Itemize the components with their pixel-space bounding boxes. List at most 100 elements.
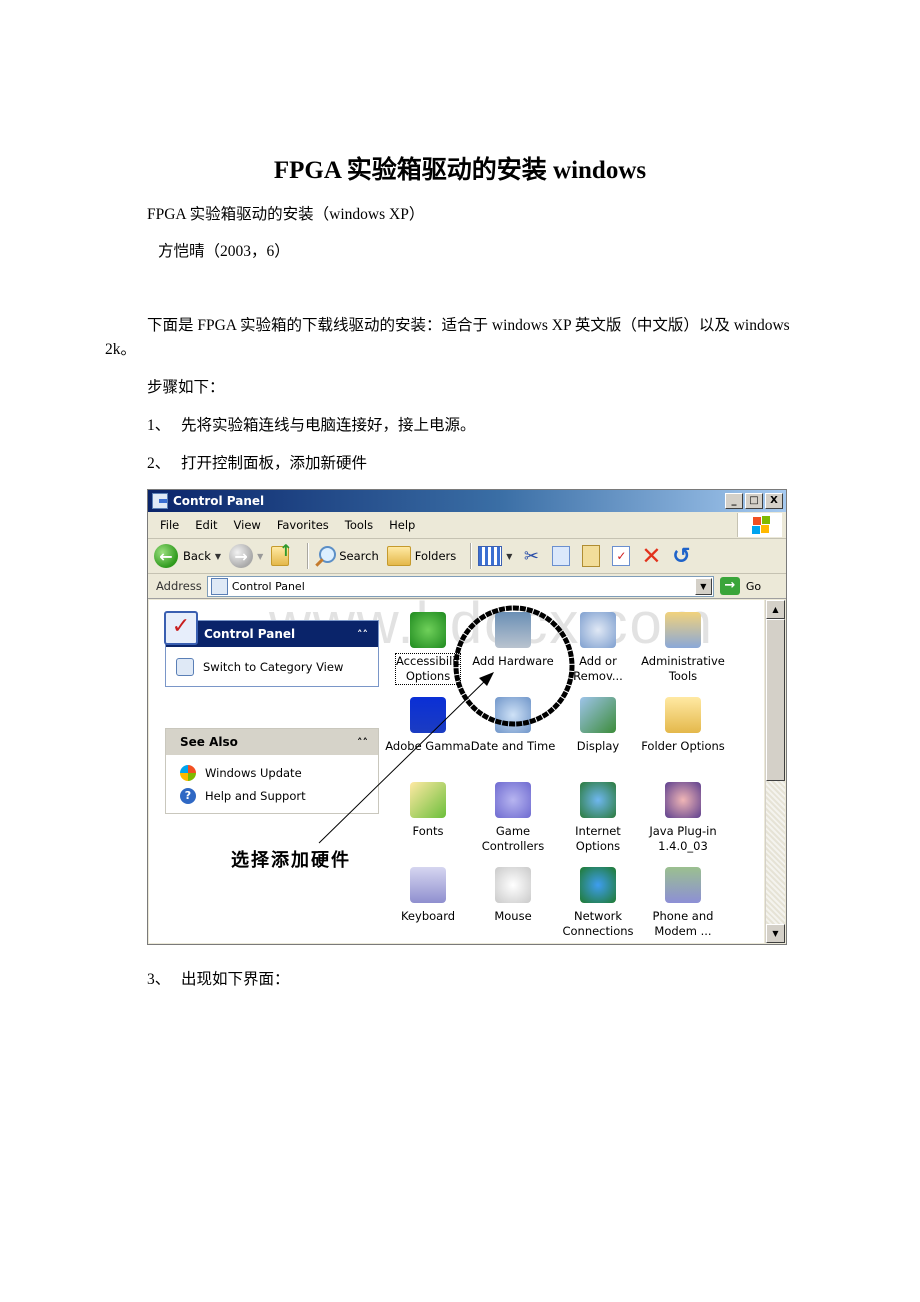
control-panel-icon xyxy=(210,577,228,595)
folders-button[interactable]: Folders xyxy=(386,546,457,566)
switch-category-view-link[interactable]: Switch to Category View xyxy=(176,655,368,678)
menu-favorites[interactable]: Favorites xyxy=(269,518,337,532)
chevron-down-icon: ▼ xyxy=(257,551,264,561)
menu-view[interactable]: View xyxy=(226,518,269,532)
item-label-line: Date and Time xyxy=(470,739,556,753)
item-label-line: Game xyxy=(495,824,531,838)
control-panel-item[interactable]: Mouse xyxy=(470,867,556,924)
link-label: Switch to Category View xyxy=(203,659,344,674)
go-button[interactable]: → Go xyxy=(719,577,762,595)
help-icon: ? xyxy=(180,787,196,804)
paste-button[interactable] xyxy=(580,545,602,567)
folders-label: Folders xyxy=(414,549,457,563)
forward-button[interactable]: → ▼ xyxy=(229,544,263,568)
control-panel-item[interactable]: Display xyxy=(555,697,641,754)
search-label: Search xyxy=(339,549,379,563)
control-panel-item[interactable]: Add Hardware xyxy=(470,612,556,669)
control-panel-item[interactable]: Network Connections xyxy=(555,867,641,939)
phone-modem-icon xyxy=(665,867,701,903)
category-view-icon xyxy=(176,657,194,676)
annotation-arrowhead xyxy=(479,672,494,686)
chevron-down-icon: ▼ xyxy=(506,551,513,561)
menu-file[interactable]: File xyxy=(148,518,187,532)
folder-options-icon xyxy=(665,697,701,733)
window-titlebar: Control Panel _ □ X xyxy=(148,490,786,512)
link-label: Help and Support xyxy=(205,788,306,803)
paste-icon xyxy=(582,545,601,567)
control-panel-item[interactable]: Administrative Tools xyxy=(640,612,726,684)
add-remove-programs-icon xyxy=(580,612,616,648)
scroll-down-button[interactable]: ▼ xyxy=(766,924,785,943)
maximize-button[interactable]: □ xyxy=(745,493,763,509)
item-label: Fonts xyxy=(412,824,443,839)
task-pane-header[interactable]: ✓ Control Panel ˄˄ xyxy=(164,611,378,647)
window-title: Control Panel xyxy=(173,494,265,508)
scroll-thumb[interactable] xyxy=(766,619,785,781)
cut-button[interactable]: ✂ xyxy=(520,545,542,567)
item-label-line: Mouse xyxy=(494,909,532,923)
views-button[interactable]: ▼ xyxy=(478,546,512,566)
item-label-line: Java Plug-in xyxy=(649,824,717,838)
scroll-up-button[interactable]: ▲ xyxy=(766,600,785,619)
control-panel-item[interactable]: Fonts xyxy=(385,782,471,839)
item-label-line: Add Hardware xyxy=(472,654,554,668)
control-panel-item[interactable]: Keyboard xyxy=(385,867,471,924)
item-label-line: 1.4.0_03 xyxy=(658,839,708,853)
toolbar: ← Back ▼ → ▼ ↑ Search Folders ▼ ✂ ✓ ✕ ↺ xyxy=(148,539,786,574)
control-panel-icon xyxy=(152,493,168,509)
close-button[interactable]: X xyxy=(765,493,783,509)
menu-edit[interactable]: Edit xyxy=(187,518,225,532)
search-button[interactable]: Search xyxy=(315,546,379,566)
item-label: Internet Options xyxy=(575,824,621,854)
item-label-line: Controllers xyxy=(481,839,545,853)
folders-icon xyxy=(386,546,411,566)
task-pane-header[interactable]: See Also ˄˄ xyxy=(166,729,378,755)
back-button[interactable]: ← Back ▼ xyxy=(154,544,221,568)
steps-label: 步骤如下： xyxy=(147,379,225,396)
properties-button[interactable]: ✓ xyxy=(610,545,632,567)
step-text: 先将实验箱连线与电脑连接好，接上电源。 xyxy=(181,417,476,434)
control-panel-item[interactable]: Folder Options xyxy=(640,697,726,754)
step-number: 1、 xyxy=(147,417,171,434)
address-input[interactable]: Control Panel ▼ xyxy=(206,575,714,597)
step-number: 2、 xyxy=(147,455,171,472)
control-panel-item[interactable]: Internet Options xyxy=(555,782,641,854)
up-folder-icon: ↑ xyxy=(271,541,293,566)
control-panel-item[interactable]: Game Controllers xyxy=(470,782,556,854)
network-connections-icon xyxy=(580,867,616,903)
step-text: 出现如下界面： xyxy=(181,971,290,988)
address-dropdown-button[interactable]: ▼ xyxy=(694,577,712,595)
forward-arrow-icon: → xyxy=(229,544,254,568)
up-folder-button[interactable]: ↑ xyxy=(271,541,293,567)
item-label-line: Accessibilit xyxy=(396,654,460,668)
control-panel-item[interactable]: Adobe Gamma xyxy=(385,697,471,754)
minimize-button[interactable]: _ xyxy=(725,493,743,509)
item-label-line: Tools xyxy=(668,669,698,683)
delete-button[interactable]: ✕ xyxy=(640,542,662,570)
address-label: Address xyxy=(156,579,202,593)
item-label-line: Remov... xyxy=(573,669,623,683)
item-label-line: Keyboard xyxy=(400,909,456,923)
add-hardware-icon xyxy=(495,612,531,648)
item-label-line: Network xyxy=(573,909,623,923)
see-also-task-pane: See Also ˄˄ Windows Update ? Help and Su… xyxy=(165,728,379,814)
help-support-link[interactable]: ? Help and Support xyxy=(180,784,364,807)
control-panel-item[interactable]: Java Plug-in 1.4.0_03 xyxy=(640,782,726,854)
go-label: Go xyxy=(745,579,762,593)
control-panel-item[interactable]: Add or Remov... xyxy=(555,612,641,684)
control-panel-check-icon: ✓ xyxy=(164,611,198,645)
collapse-chevron-icon[interactable]: ˄˄ xyxy=(357,736,368,749)
control-panel-item[interactable]: Date and Time xyxy=(470,697,556,754)
step-item: 2、 打开控制面板，添加新硬件 xyxy=(147,452,367,476)
control-panel-item[interactable]: Phone and Modem ... xyxy=(640,867,726,939)
vertical-scrollbar[interactable]: ▲ ▼ xyxy=(765,600,785,943)
windows-update-link[interactable]: Windows Update xyxy=(180,761,364,784)
collapse-chevron-icon[interactable]: ˄˄ xyxy=(357,628,368,641)
views-icon xyxy=(478,546,503,566)
delete-x-icon: ✕ xyxy=(641,542,662,570)
undo-button[interactable]: ↺ xyxy=(670,544,692,569)
control-panel-item[interactable]: Accessibilit Options xyxy=(385,612,471,685)
menu-tools[interactable]: Tools xyxy=(337,518,381,532)
copy-button[interactable] xyxy=(550,545,572,567)
menu-help[interactable]: Help xyxy=(381,518,423,532)
